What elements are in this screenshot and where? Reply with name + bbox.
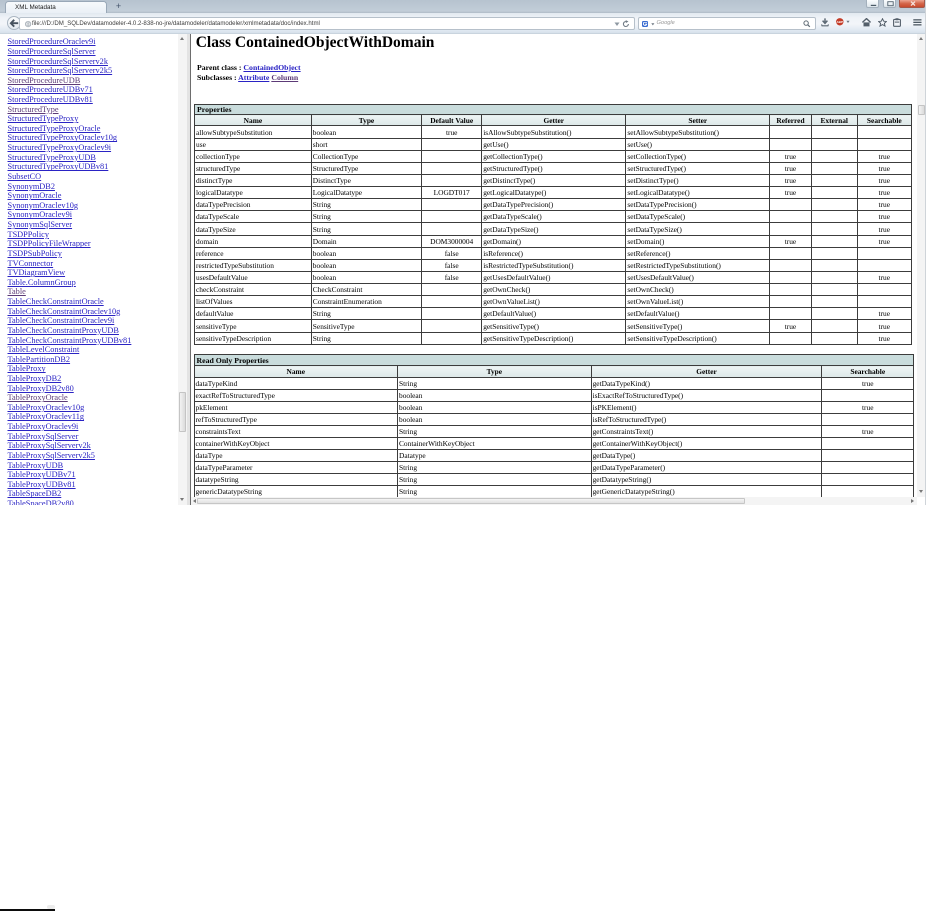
- svg-text:ABP: ABP: [836, 20, 842, 24]
